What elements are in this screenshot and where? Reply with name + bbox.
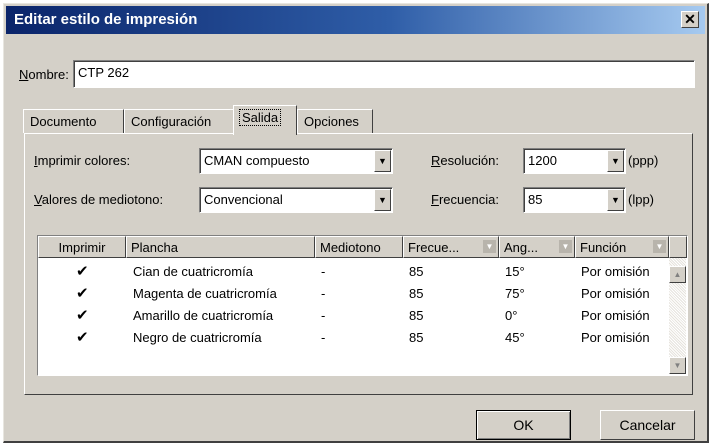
resolucion-label: Resolución:: [431, 153, 499, 168]
chevron-down-icon[interactable]: ▼: [559, 240, 572, 253]
chevron-down-icon[interactable]: ▼: [607, 150, 624, 172]
title-bar[interactable]: Editar estilo de impresión ✕: [6, 6, 705, 34]
tab-opciones-label: Opciones: [304, 114, 359, 129]
resolucion-accel: R: [431, 153, 441, 168]
header-angulo[interactable]: Ang... ▼: [499, 236, 575, 258]
imprimir-colores-label: Imprimir colores:: [34, 153, 130, 168]
row-angulo: 15°: [505, 264, 525, 279]
tab-salida-label: Salida: [238, 109, 282, 126]
dropdown-glyph: ▼: [378, 195, 387, 205]
row-angulo: 45°: [505, 330, 525, 345]
header-imprimir[interactable]: Imprimir: [38, 236, 126, 258]
row-mediotono: -: [321, 264, 326, 279]
valores-mediotono-select[interactable]: Convencional ▼: [199, 187, 393, 213]
header-frecuencia-label: Frecue...: [408, 240, 460, 255]
chevron-down-icon: ▼: [673, 361, 682, 370]
row-plancha: Cian de cuatricromía: [133, 264, 253, 279]
scroll-down-button[interactable]: ▼: [669, 357, 686, 374]
frecuencia-value: 85: [528, 192, 543, 207]
header-funcion[interactable]: Función ▼: [575, 236, 669, 258]
tab-configuracion[interactable]: Configuración: [124, 109, 234, 133]
tab-configuracion-label: Configuración: [131, 114, 212, 129]
cancel-button[interactable]: Cancelar: [600, 410, 695, 440]
nombre-input[interactable]: CTP 262: [73, 60, 695, 88]
header-angulo-label: Ang...: [504, 240, 538, 255]
valores-mediotono-rest: alores de mediotono:: [41, 192, 164, 207]
chevron-down-icon[interactable]: ▼: [374, 150, 391, 172]
resolucion-select[interactable]: 1200 ▼: [523, 148, 626, 174]
vertical-scrollbar[interactable]: ▲ ▼: [669, 258, 686, 374]
frecuencia-select[interactable]: 85 ▼: [523, 187, 626, 213]
close-icon: ✕: [684, 11, 696, 27]
chevron-down-icon[interactable]: ▼: [374, 189, 391, 211]
chevron-up-icon: ▲: [673, 270, 682, 279]
row-frecuencia: 85: [409, 264, 424, 279]
row-angulo: 75°: [505, 286, 525, 301]
header-imprimir-label: Imprimir: [58, 240, 106, 255]
close-button[interactable]: ✕: [681, 11, 699, 28]
chevron-down-icon[interactable]: ▼: [607, 189, 624, 211]
nombre-label-rest: ombre:: [28, 67, 69, 82]
chevron-down-icon[interactable]: ▼: [483, 240, 496, 253]
frecuencia-label: Frecuencia:: [431, 192, 499, 207]
frecuencia-rest: recuencia:: [438, 192, 499, 207]
row-mediotono: -: [321, 330, 326, 345]
header-mediotono[interactable]: Mediotono: [315, 236, 403, 258]
row-funcion: Por omisión: [581, 286, 650, 301]
check-icon[interactable]: ✔: [76, 328, 89, 346]
resolucion-unit: (ppp): [628, 153, 659, 168]
header-plancha-label: Plancha: [131, 240, 178, 255]
imprimir-colores-value: CMAN compuesto: [204, 153, 310, 168]
header-frecuencia[interactable]: Frecue... ▼: [403, 236, 499, 258]
row-mediotono: -: [321, 308, 326, 323]
resolucion-rest: esolución:: [440, 153, 499, 168]
header-mediotono-label: Mediotono: [320, 240, 381, 255]
frecuencia-accel: F: [431, 192, 439, 207]
tab-documento-label: Documento: [30, 114, 97, 129]
row-funcion: Por omisión: [581, 330, 650, 345]
row-plancha: Negro de cuatricromía: [133, 330, 262, 345]
tab-documento[interactable]: Documento: [23, 109, 124, 133]
imprimir-colores-select[interactable]: CMAN compuesto ▼: [199, 148, 393, 174]
header-plancha[interactable]: Plancha: [126, 236, 315, 258]
row-frecuencia: 85: [409, 286, 424, 301]
row-angulo: 0°: [505, 308, 518, 323]
nombre-label: Nombre:: [19, 67, 69, 82]
check-icon[interactable]: ✔: [76, 284, 89, 302]
scroll-up-button[interactable]: ▲: [669, 266, 686, 283]
resolucion-value: 1200: [528, 153, 557, 168]
print-style-dialog: Editar estilo de impresión ✕ Nombre: CTP…: [3, 3, 709, 443]
row-plancha: Magenta de cuatricromía: [133, 286, 277, 301]
valores-mediotono-value: Convencional: [204, 192, 283, 207]
header-funcion-label: Función: [580, 240, 627, 255]
imprimir-colores-rest: mprimir colores:: [37, 153, 131, 168]
check-icon[interactable]: ✔: [76, 306, 89, 324]
nombre-value: CTP 262: [78, 65, 130, 80]
dropdown-glyph: ▼: [611, 156, 620, 166]
row-funcion: Por omisión: [581, 308, 650, 323]
frecuencia-unit: (lpp): [628, 192, 655, 207]
plates-table: Imprimir Plancha Mediotono Frecue... ▼ An…: [37, 235, 688, 376]
header-filler: [669, 236, 687, 258]
dropdown-glyph: ▼: [378, 156, 387, 166]
ok-button[interactable]: OK: [476, 410, 571, 440]
row-plancha: Amarillo de cuatricromía: [133, 308, 274, 323]
chevron-down-icon[interactable]: ▼: [653, 240, 666, 253]
row-frecuencia: 85: [409, 330, 424, 345]
row-funcion: Por omisión: [581, 264, 650, 279]
dropdown-glyph: ▼: [611, 195, 620, 205]
check-icon[interactable]: ✔: [76, 262, 89, 280]
nombre-accel: N: [19, 67, 29, 82]
valores-mediotono-label: Valores de mediotono:: [34, 192, 163, 207]
dialog-title: Editar estilo de impresión: [14, 11, 198, 28]
valores-mediotono-accel: V: [34, 192, 42, 207]
row-mediotono: -: [321, 286, 326, 301]
tab-salida[interactable]: Salida: [233, 105, 297, 135]
tab-opciones[interactable]: Opciones: [297, 109, 373, 133]
row-frecuencia: 85: [409, 308, 424, 323]
